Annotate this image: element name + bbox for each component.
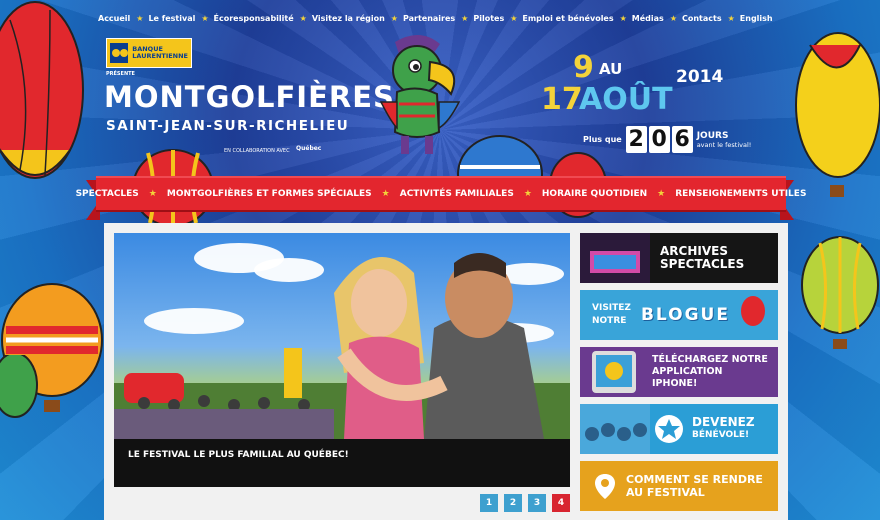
countdown-unit: JOURS (696, 130, 729, 141)
star-separator-icon: ★ (299, 13, 307, 23)
sponsor-logo[interactable]: BANQUE LAURENTIENNE (106, 38, 192, 68)
pager-button[interactable]: 4 (552, 494, 570, 512)
countdown-digit: 6 (671, 126, 693, 153)
top-nav-label: Emploi et bénévoles (522, 13, 614, 23)
festival-subtitle[interactable]: SAINT-JEAN-SUR-RICHELIEU (106, 118, 349, 134)
pager-button[interactable]: 1 (480, 494, 498, 512)
map-pin-icon (595, 474, 615, 499)
star-separator-icon: ★ (510, 13, 518, 23)
date-end-day: 17 (541, 82, 583, 117)
phone-icon (592, 351, 636, 393)
tile-app-line1: TÉLÉCHARGEZ NOTRE (652, 354, 768, 365)
collaboration-label: EN COLLABORATION AVEC (224, 148, 290, 154)
top-nav-item[interactable]: Accueil (98, 14, 130, 23)
parrot-mascot-icon (379, 34, 461, 154)
stage-image-icon (580, 233, 650, 283)
date-month: AOÛT (579, 82, 673, 117)
countdown-digit: 0 (648, 126, 670, 153)
balloon-left-edge (0, 355, 38, 418)
main-nav-item[interactable]: ACTIVITÉS FAMILIALES (400, 189, 514, 199)
star-separator-icon: ★ (669, 13, 677, 23)
top-nav-item[interactable]: ★ English (728, 14, 773, 23)
top-nav-label: Pilotes (473, 13, 505, 23)
top-nav-label: Visitez la région (311, 13, 385, 23)
top-nav-item[interactable]: ★ Pilotes (461, 14, 504, 23)
top-nav-item[interactable]: ★ Visitez la région (300, 14, 385, 23)
star-separator-icon: ★ (461, 13, 469, 23)
top-nav-label: English (739, 13, 773, 23)
star-separator-icon: ★ (390, 13, 398, 23)
top-nav-label: Le festival (148, 13, 196, 23)
top-navigation: Accueil ★ Le festival ★ Écoresponsabilité ★ Vi… (98, 10, 788, 26)
directions-tile[interactable]: COMMENT SE RENDRE AU FESTIVAL (580, 461, 778, 511)
tile-volunteer-line1: DEVENEZ (692, 415, 755, 429)
star-separator-icon: ★ (136, 13, 144, 23)
tile-blog-line2: NOTRE (592, 316, 627, 326)
balloon-right-top (795, 32, 880, 197)
countdown-digits: 2 0 6 (625, 126, 693, 153)
star-separator-icon: ★ (657, 189, 666, 199)
top-nav-label: Écoresponsabilité (213, 13, 294, 23)
tile-blog-big: BLOGUE (640, 305, 730, 325)
star-separator-icon: ★ (523, 189, 532, 199)
volunteers-photo-icon (580, 404, 650, 454)
top-nav-label: Accueil (98, 13, 131, 23)
top-nav-item[interactable]: ★ Emploi et bénévoles (510, 14, 613, 23)
countdown: Plus que 2 0 6 JOURS avant le festival! (583, 126, 751, 153)
date-au: AU (599, 60, 623, 78)
star-icon (655, 415, 683, 443)
family-photo-figures (114, 253, 570, 439)
tile-directions-line2: AU FESTIVAL (626, 486, 705, 499)
hero-caption[interactable]: LE FESTIVAL LE PLUS FAMILIAL AU QUÉBEC! (128, 450, 349, 460)
main-nav-item[interactable]: HORAIRE QUOTIDIEN (542, 189, 647, 199)
blog-tile[interactable]: VISITEZ NOTRE BLOGUE (580, 290, 778, 340)
tile-archives-line2: SPECTACLES (660, 257, 745, 271)
archives-spectacles-tile[interactable]: ARCHIVES SPECTACLES (580, 233, 778, 283)
volunteer-tile[interactable]: DEVENEZ BÉNÉVOLE! (580, 404, 778, 454)
top-nav-item[interactable]: ★ Écoresponsabilité (201, 14, 293, 23)
festival-title[interactable]: MONTGOLFIÈRES (104, 80, 395, 114)
hero-image[interactable] (114, 233, 570, 439)
countdown-suffix: avant le festival! (696, 140, 752, 149)
top-nav-label: Médias (631, 13, 664, 23)
pager-button[interactable]: 3 (528, 494, 546, 512)
top-nav-label: Contacts (681, 13, 722, 23)
iphone-app-tile[interactable]: TÉLÉCHARGEZ NOTRE APPLICATION IPHONE! (580, 347, 778, 397)
date-year: 2014 (676, 67, 724, 87)
main-nav-item[interactable]: RENSEIGNEMENTS UTILES (675, 189, 806, 199)
tile-blog-line1: VISITEZ (592, 303, 631, 313)
top-nav-item[interactable]: ★ Partenaires (391, 14, 455, 23)
hero-pager: 1234 (480, 494, 570, 512)
star-separator-icon: ★ (148, 189, 157, 199)
countdown-prefix: Plus que (583, 135, 622, 144)
hero-caption-bar (114, 439, 570, 487)
tile-app-line2: APPLICATION (652, 366, 723, 377)
star-separator-icon: ★ (727, 13, 735, 23)
bank-logo-icon (110, 43, 129, 63)
countdown-digit: 2 (625, 126, 647, 153)
star-separator-icon: ★ (381, 189, 390, 199)
balloon-right-mid (801, 236, 879, 349)
date-start-day: 9 (573, 50, 594, 85)
top-nav-item[interactable]: ★ Le festival (136, 14, 195, 23)
sponsor-line2: LAURENTIENNE (132, 52, 188, 60)
top-nav-item[interactable]: ★ Contacts (670, 14, 722, 23)
main-nav-item[interactable]: MONTGOLFIÈRES ET FORMES SPÉCIALES (167, 189, 372, 199)
presents-label: PRÉSENTE (106, 71, 135, 77)
star-separator-icon: ★ (619, 13, 627, 23)
top-nav-item[interactable]: ★ Médias (620, 14, 664, 23)
main-nav-item[interactable]: SPECTACLES (76, 189, 139, 199)
main-navigation: SPECTACLES ★ MONTGOLFIÈRES ET FORMES SPÉCI… (76, 176, 806, 212)
quebec-partner-logo: Québec (296, 145, 322, 152)
tile-directions-line1: COMMENT SE RENDRE (626, 473, 763, 486)
balloon-small-icon (740, 296, 765, 326)
star-separator-icon: ★ (201, 13, 209, 23)
tile-volunteer-line2: BÉNÉVOLE! (692, 430, 750, 440)
tile-app-line3: IPHONE! (652, 378, 698, 389)
top-nav-label: Partenaires (402, 13, 456, 23)
pager-button[interactable]: 2 (504, 494, 522, 512)
